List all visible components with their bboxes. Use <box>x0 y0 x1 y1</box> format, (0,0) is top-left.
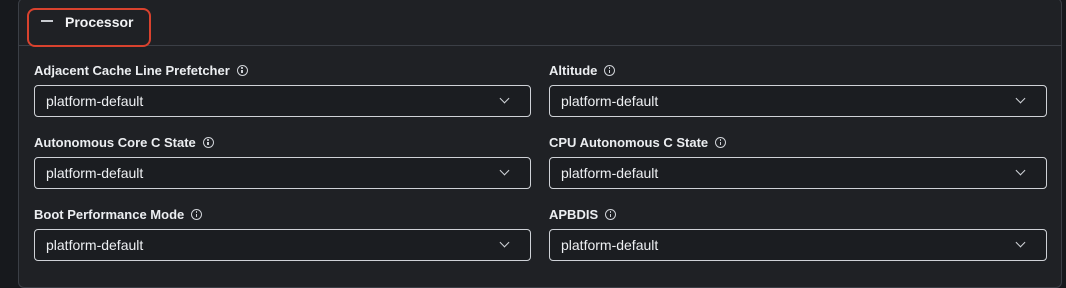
field-label-boot-performance-mode: Boot Performance Mode <box>34 207 203 222</box>
field-label-text: Autonomous Core C State <box>34 135 196 150</box>
info-icon[interactable] <box>604 65 616 76</box>
section-title: Processor <box>65 14 134 30</box>
select-autonomous-core-c-state[interactable]: platform-default <box>34 157 531 189</box>
processor-panel: Processor Adjacent Cache Line Prefetcher… <box>18 0 1062 288</box>
field-label-cpu-autonomous-c-state: CPU Autonomous C State <box>549 135 727 150</box>
info-icon[interactable] <box>191 209 203 220</box>
select-boot-performance-mode[interactable]: platform-default <box>34 229 531 261</box>
select-adjacent-cache-line-prefetcher[interactable]: platform-default <box>34 85 531 117</box>
info-icon[interactable] <box>605 209 617 220</box>
select-value: platform-default <box>561 237 659 253</box>
field-label-text: APBDIS <box>549 207 599 222</box>
chevron-down-icon <box>499 165 510 176</box>
minus-icon <box>41 20 53 22</box>
chevron-down-icon <box>499 237 510 248</box>
field-label-text: Altitude <box>549 63 598 78</box>
collapse-section-button[interactable]: Processor <box>27 8 151 47</box>
select-value: platform-default <box>561 93 659 109</box>
info-icon[interactable] <box>715 137 727 148</box>
info-icon[interactable] <box>202 137 214 148</box>
info-icon[interactable] <box>236 65 248 76</box>
chevron-down-icon <box>1015 93 1026 104</box>
chevron-down-icon <box>1015 237 1026 248</box>
select-value: platform-default <box>46 93 144 109</box>
field-label-adjacent-cache-line-prefetcher: Adjacent Cache Line Prefetcher <box>34 63 248 78</box>
select-value: platform-default <box>561 165 659 181</box>
select-value: platform-default <box>46 237 144 253</box>
field-label-autonomous-core-c-state: Autonomous Core C State <box>34 135 214 150</box>
field-label-altitude: Altitude <box>549 63 616 78</box>
select-value: platform-default <box>46 165 144 181</box>
chevron-down-icon <box>499 93 510 104</box>
select-cpu-autonomous-c-state[interactable]: platform-default <box>549 157 1047 189</box>
section-header: Processor <box>19 0 1061 47</box>
chevron-down-icon <box>1015 165 1026 176</box>
field-label-text: Boot Performance Mode <box>34 207 185 222</box>
select-apbdis[interactable]: platform-default <box>549 229 1047 261</box>
select-altitude[interactable]: platform-default <box>549 85 1047 117</box>
field-label-apbdis: APBDIS <box>549 207 617 222</box>
field-label-text: Adjacent Cache Line Prefetcher <box>34 63 230 78</box>
field-label-text: CPU Autonomous C State <box>549 135 709 150</box>
